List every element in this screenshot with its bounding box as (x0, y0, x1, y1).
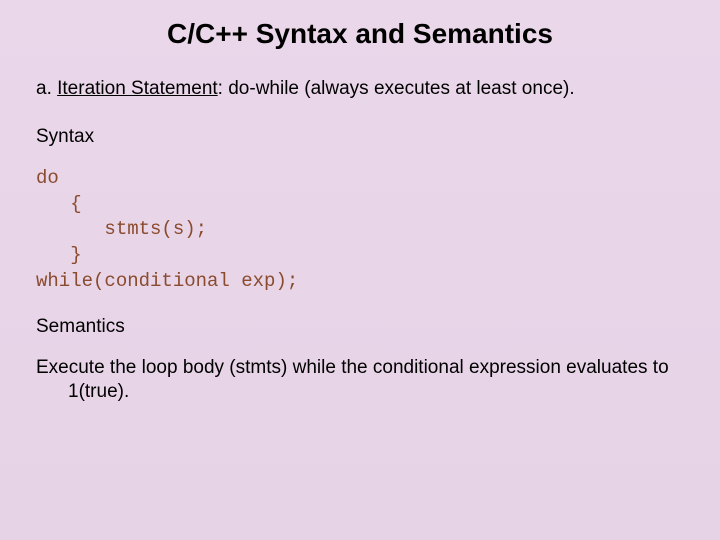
section-underlined: Iteration Statement (57, 78, 218, 99)
semantics-body: Execute the loop body (stmts) while the … (36, 356, 684, 404)
section-heading: a. Iteration Statement: do-while (always… (36, 78, 684, 100)
slide: C/C++ Syntax and Semantics a. Iteration … (0, 0, 720, 540)
section-suffix: : do-while (always executes at least onc… (218, 78, 575, 99)
semantics-label: Semantics (36, 316, 684, 338)
section-prefix: a. (36, 78, 57, 99)
code-block: do { stmts(s); } while(conditional exp); (36, 166, 684, 294)
slide-title: C/C++ Syntax and Semantics (36, 18, 684, 50)
syntax-label: Syntax (36, 126, 684, 148)
